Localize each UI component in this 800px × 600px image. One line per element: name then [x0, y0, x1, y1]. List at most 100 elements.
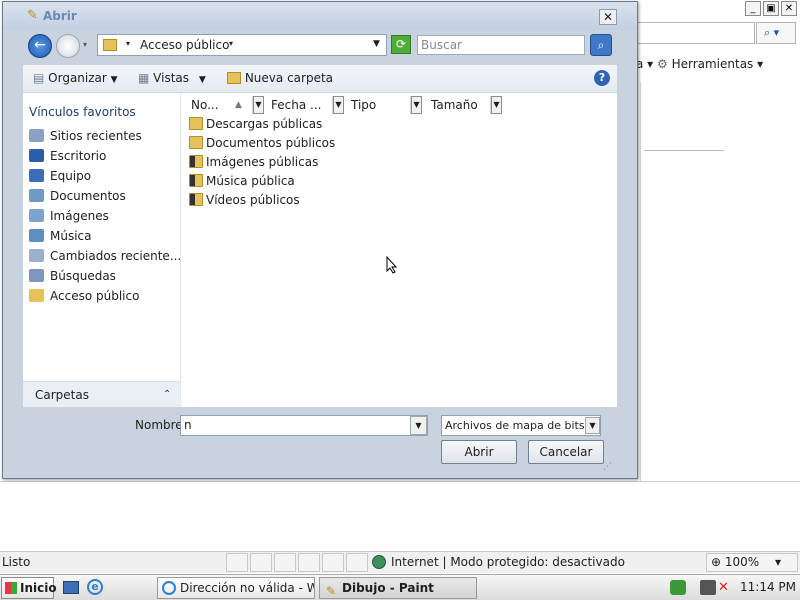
list-item[interactable]: Vídeos públicos: [189, 191, 300, 210]
sidebar-item-label: Documentos: [50, 189, 126, 203]
address-path[interactable]: Acceso público: [140, 38, 229, 52]
zoom-control[interactable]: ⊕ 100% ▾: [706, 553, 798, 572]
new-folder-button[interactable]: Nueva carpeta: [227, 71, 333, 85]
sidebar-item-pictures[interactable]: Imágenes: [29, 206, 109, 226]
search-icon: ⌕: [764, 26, 771, 39]
views-icon: ▦: [138, 71, 150, 85]
refresh-button[interactable]: ⟳: [391, 35, 411, 54]
sidebar-item-computer[interactable]: Equipo: [29, 166, 91, 186]
pictures-folder-icon: [189, 155, 203, 168]
organize-button[interactable]: ▤ Organizar ▼: [33, 71, 118, 85]
status-cell: [226, 553, 248, 572]
column-header-label: Tamaño: [431, 98, 478, 112]
file-name: Vídeos públicos: [206, 193, 300, 207]
ie-command-bar: ina ▾ ⚙ Herramientas ▾: [625, 54, 800, 74]
desktop-icon: [29, 149, 44, 162]
back-button[interactable]: ←: [28, 34, 52, 58]
internet-globe-icon: [372, 555, 386, 569]
ie-address-bar[interactable]: [627, 22, 755, 44]
volume-muted-icon[interactable]: ✕: [718, 580, 734, 595]
taskbar-button-ie[interactable]: Dirección no válida - W...: [157, 577, 315, 599]
ie-close-button[interactable]: ✕: [781, 1, 797, 16]
ie-search-button[interactable]: ⌕ ▾: [756, 22, 796, 44]
column-dropdown[interactable]: ▼: [253, 96, 264, 114]
list-item[interactable]: Imágenes públicas: [189, 153, 318, 172]
tools-menu-label[interactable]: Herramientas: [672, 57, 754, 71]
sidebar-item-public[interactable]: Acceso público: [29, 286, 139, 306]
start-button[interactable]: Inicio: [1, 577, 57, 599]
gear-icon: ⚙: [656, 57, 668, 71]
search-button[interactable]: ⌕: [590, 34, 612, 56]
close-button[interactable]: ✕: [599, 9, 617, 25]
searches-icon: [29, 269, 44, 282]
open-dialog: ✎ Abrir ✕ ← ▾ ▾ Acceso público ▾ ▼ ⟳ Bus…: [2, 1, 638, 479]
list-item[interactable]: Música pública: [189, 172, 295, 191]
security-zone-text[interactable]: Internet | Modo protegido: desactivado: [391, 555, 625, 569]
recently-changed-icon: [29, 249, 44, 262]
sidebar-item-desktop[interactable]: Escritorio: [29, 146, 106, 166]
views-button[interactable]: ▦ Vistas ▼: [138, 71, 206, 85]
taskbar-button-paint[interactable]: ✎ Dibujo - Paint: [319, 577, 477, 599]
chevron-down-icon[interactable]: ▼: [410, 416, 427, 435]
folder-icon: [189, 117, 203, 130]
ie-content-divider: [644, 150, 724, 151]
list-item[interactable]: Descargas públicas: [189, 115, 322, 134]
views-label: Vistas: [153, 71, 190, 85]
favorites-header: Vínculos favoritos: [29, 105, 136, 119]
sidebar-item-documents[interactable]: Documentos: [29, 186, 126, 206]
show-desktop-icon[interactable]: [63, 581, 79, 594]
public-folder-icon: [29, 289, 44, 302]
address-bar[interactable]: ▾ Acceso público ▾ ▼: [97, 34, 387, 56]
dialog-bottom: Nombre: n ▼ Archivos de mapa de bits (*.…: [23, 407, 617, 477]
ie-status-bar: Listo Internet | Modo protegido: desacti…: [0, 551, 800, 573]
windows-logo-icon: [5, 582, 17, 594]
status-cell: [298, 553, 320, 572]
sidebar-item-recently-changed[interactable]: Cambiados reciente...: [29, 246, 181, 266]
column-header-size[interactable]: Tamaño: [427, 96, 491, 114]
dialog-title-bar[interactable]: ✎ Abrir ✕: [3, 2, 637, 30]
chevron-down-icon[interactable]: ▾: [83, 40, 87, 49]
taskbar-button-label: Dibujo - Paint: [342, 581, 434, 595]
search-input[interactable]: Buscar: [417, 35, 585, 55]
documents-icon: [29, 189, 44, 202]
column-header-date[interactable]: Fecha ...: [267, 96, 333, 114]
resize-grip-icon[interactable]: ⋰: [603, 462, 612, 472]
sidebar-item-label: Escritorio: [50, 149, 107, 163]
file-name-input[interactable]: n: [180, 415, 428, 436]
column-header-label: Tipo: [351, 98, 377, 112]
sidebar-item-recent-sites[interactable]: Sitios recientes: [29, 126, 142, 146]
sidebar-item-label: Equipo: [50, 169, 92, 183]
ie-content-area: [640, 82, 780, 482]
start-label: Inicio: [20, 581, 57, 595]
network-icon[interactable]: [700, 580, 716, 595]
column-dropdown[interactable]: ▼: [491, 96, 502, 114]
sidebar-item-music[interactable]: Música: [29, 226, 92, 246]
ie-maximize-button[interactable]: ▣: [763, 1, 779, 16]
ie-quicklaunch-icon[interactable]: e: [87, 579, 103, 595]
file-name: Descargas públicas: [206, 117, 323, 131]
forward-button[interactable]: [56, 34, 80, 58]
file-type-select[interactable]: Archivos de mapa de bits (*.b ▼: [441, 415, 601, 436]
navigation-row: ← ▾ ▾ Acceso público ▾ ▼ ⟳ Buscar ⌕: [23, 32, 617, 62]
ie-minimize-button[interactable]: _: [745, 1, 761, 16]
column-header-label: Fecha ...: [271, 98, 322, 112]
sidebar-item-label: Acceso público: [50, 289, 140, 303]
folders-toggle[interactable]: Carpetas ⌃: [23, 381, 180, 407]
clock[interactable]: 11:14 PM: [740, 580, 796, 594]
column-dropdown[interactable]: ▼: [333, 96, 344, 114]
sidebar-item-searches[interactable]: Búsquedas: [29, 266, 116, 286]
chevron-down-icon: ▾: [775, 555, 782, 569]
list-item[interactable]: Documentos públicos: [189, 134, 335, 153]
new-folder-icon: [227, 72, 241, 84]
help-icon[interactable]: ?: [594, 70, 610, 86]
search-icon: ⌕: [597, 38, 605, 52]
cancel-button[interactable]: Cancelar: [528, 440, 604, 464]
security-shield-icon[interactable]: [670, 580, 686, 595]
column-header-name[interactable]: No... ▲: [187, 96, 253, 114]
column-header-type[interactable]: Tipo: [347, 96, 411, 114]
address-dropdown-icon[interactable]: ▼: [373, 39, 380, 49]
column-dropdown[interactable]: ▼: [411, 96, 422, 114]
chevron-down-icon[interactable]: ▾: [229, 39, 233, 48]
mouse-cursor-icon: [386, 256, 398, 274]
open-button[interactable]: Abrir: [441, 440, 517, 464]
